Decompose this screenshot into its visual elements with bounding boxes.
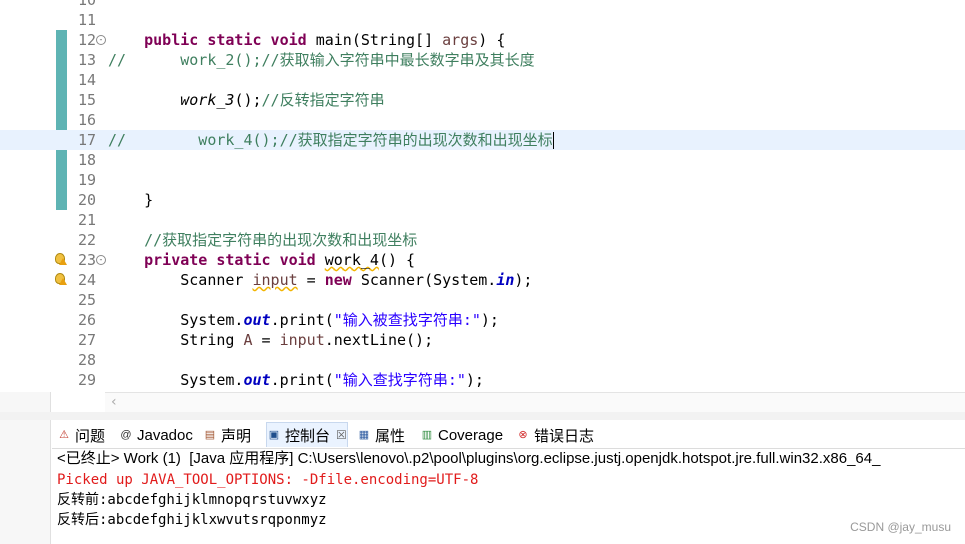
console-description: <已终止> Work (1) [Java 应用程序] C:\Users\leno… — [57, 450, 881, 467]
tab-error-log[interactable]: ⊗ 错误日志 — [516, 423, 594, 447]
coverage-icon: ▥ — [421, 429, 433, 441]
line-number: 23 — [77, 251, 96, 269]
tab-declaration[interactable]: ▤ 声明 — [203, 423, 251, 447]
properties-icon: ▦ — [358, 429, 370, 441]
quick-fix-warning-icon[interactable] — [55, 253, 67, 266]
line-number: 15 — [77, 91, 96, 109]
code-line[interactable]: 16 — [0, 110, 965, 130]
line-number: 11 — [77, 11, 96, 29]
tab-properties[interactable]: ▦ 属性 — [357, 423, 405, 447]
code-text: // work_2();//获取输入字符串中最长数字串及其长度 — [108, 51, 535, 69]
code-line[interactable]: 22 //获取指定字符串的出现次数和出现坐标 — [0, 230, 965, 250]
line-number: 12 — [77, 31, 96, 49]
line-number: 25 — [77, 291, 96, 309]
console-line: 反转后:abcdefghijklxwvutsrqponmyz — [57, 512, 327, 528]
line-number: 17 — [77, 131, 96, 149]
code-line[interactable]: 24 Scanner input = new Scanner(System.in… — [0, 270, 965, 290]
tab-console[interactable]: ▣ 控制台 ☒ — [266, 422, 348, 447]
line-number: 10 — [77, 0, 96, 9]
line-number: 18 — [77, 151, 96, 169]
line-number: 13 — [77, 51, 96, 69]
tab-label: 声明 — [221, 427, 252, 445]
declaration-icon: ▤ — [204, 429, 216, 441]
code-text: public static void main(String[] args) { — [144, 31, 506, 49]
tab-label: 错误日志 — [534, 427, 595, 445]
code-line[interactable]: 17 // work_4();//获取指定字符串的出现次数和出现坐标 — [0, 130, 965, 150]
code-line[interactable]: 19 — [0, 170, 965, 190]
code-line[interactable]: 10 — [0, 0, 965, 10]
console-icon: ▣ — [268, 429, 280, 441]
scroll-left-icon[interactable]: ‹ — [111, 394, 117, 410]
code-text: System.out.print("输入被查找字符串:"); — [108, 311, 499, 329]
code-text: private static void work_4() { — [144, 251, 416, 269]
tab-label: 控制台 — [285, 427, 331, 445]
error-log-icon: ⊗ — [518, 429, 528, 441]
code-text: // work_4();//获取指定字符串的出现次数和出现坐标 — [108, 131, 554, 149]
code-text: } — [108, 191, 154, 209]
code-line[interactable]: 25 — [0, 290, 965, 310]
code-line[interactable]: 14 — [0, 70, 965, 90]
code-text: System.out.print("输入查找字符串:"); — [108, 371, 484, 389]
code-text: work_3();//反转指定字符串 — [180, 91, 385, 109]
close-tab-icon[interactable]: ☒ — [336, 428, 347, 442]
panel-separator — [0, 412, 965, 420]
line-number: 27 — [77, 331, 96, 349]
line-number: 21 — [77, 211, 96, 229]
line-number: 29 — [77, 371, 96, 389]
tab-label: Javadoc — [137, 426, 193, 444]
fold-toggle-icon[interactable]: - — [96, 35, 106, 45]
at-icon: @ — [120, 429, 132, 441]
code-text: //获取指定字符串的出现次数和出现坐标 — [144, 231, 418, 249]
watermark: CSDN @jay_musu — [850, 520, 951, 534]
line-number: 19 — [77, 171, 96, 189]
code-line[interactable]: 13 // work_2();//获取输入字符串中最长数字串及其长度 — [0, 50, 965, 70]
code-line[interactable]: 29 System.out.print("输入查找字符串:"); — [0, 370, 965, 390]
code-line[interactable]: 27 String A = input.nextLine(); — [0, 330, 965, 350]
console-line: Picked up JAVA_TOOL_OPTIONS: -Dfile.enco… — [57, 472, 479, 488]
tab-label: 属性 — [375, 427, 406, 445]
code-line[interactable]: 28 — [0, 350, 965, 370]
code-text: String A = input.nextLine(); — [108, 331, 434, 349]
line-number: 22 — [77, 231, 96, 249]
code-line[interactable]: 18 — [0, 150, 965, 170]
tab-coverage[interactable]: ▥ Coverage — [420, 423, 503, 447]
problems-icon: ⚠ — [59, 429, 69, 441]
view-tab-bar: ⚠ 问题 @ Javadoc ▤ 声明 ▣ 控制台 ☒ ▦ 属性 ▥ Coverage ⊗ 错误日志 — [52, 421, 965, 449]
code-line[interactable]: 26 System.out.print("输入被查找字符串:"); — [0, 310, 965, 330]
code-text: Scanner input = new Scanner(System.in); — [108, 271, 533, 289]
code-line[interactable]: 11 — [0, 10, 965, 30]
line-number: 20 — [77, 191, 96, 209]
quick-fix-warning-icon[interactable] — [55, 273, 67, 286]
fold-toggle-icon[interactable]: - — [96, 255, 106, 265]
horizontal-scrollbar[interactable]: ‹ — [105, 392, 965, 413]
code-line[interactable]: 12- public static void main(String[] arg… — [0, 30, 965, 50]
tab-label: Coverage — [438, 426, 504, 444]
code-line[interactable]: 20 } — [0, 190, 965, 210]
line-number: 26 — [77, 311, 96, 329]
tab-at[interactable]: @ Javadoc — [119, 423, 193, 447]
code-editor[interactable]: 10 11 12- public static void main(String[]… — [0, 0, 965, 392]
tab-label: 问题 — [75, 427, 106, 445]
code-line[interactable]: 21 — [0, 210, 965, 230]
line-number: 16 — [77, 111, 96, 129]
line-number: 24 — [77, 271, 96, 289]
line-number: 14 — [77, 71, 96, 89]
console-line: 反转前:abcdefghijklmnopqrstuvwxyz — [57, 492, 327, 508]
code-line[interactable]: 23- private static void work_4() { — [0, 250, 965, 270]
tab-problems[interactable]: ⚠ 问题 — [57, 423, 105, 447]
code-line[interactable]: 15 work_3();//反转指定字符串 — [0, 90, 965, 110]
line-number: 28 — [77, 351, 96, 369]
